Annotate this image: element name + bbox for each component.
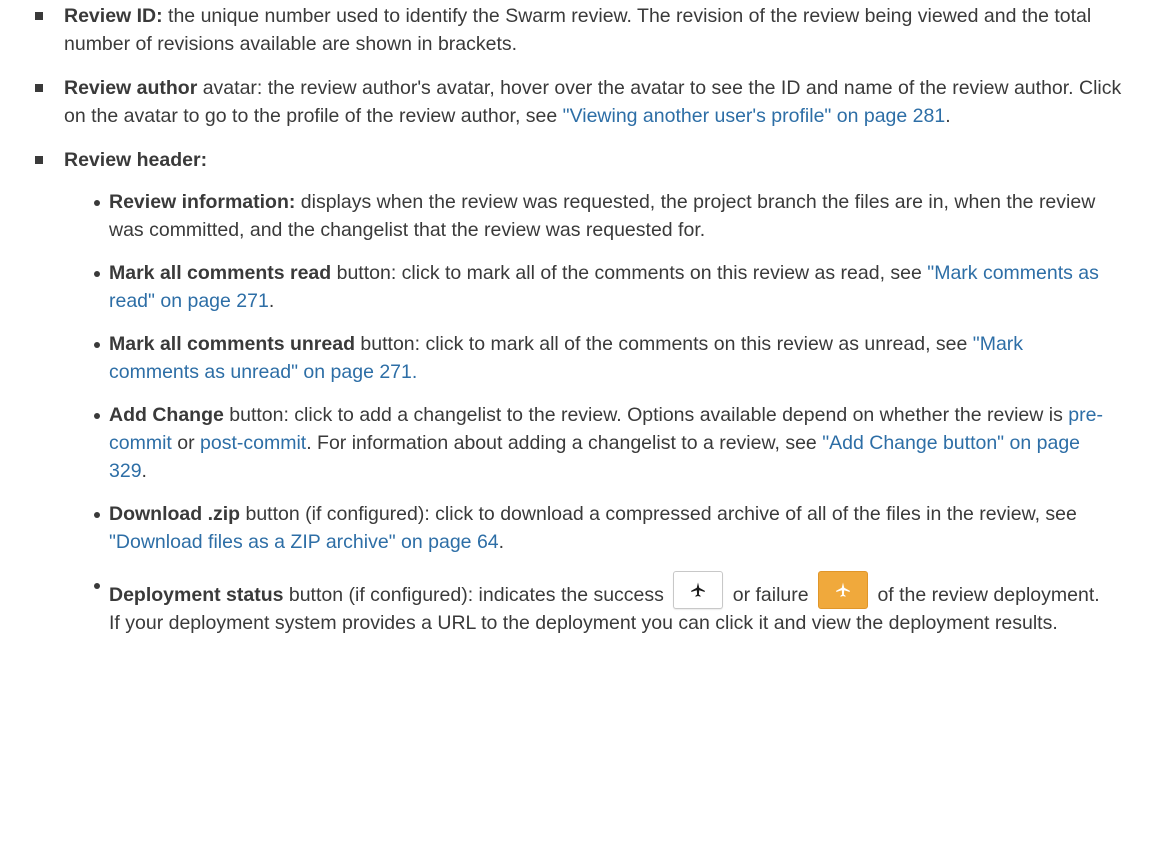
round-bullet (94, 200, 100, 206)
description-mark-all-read: button: click to mark all of the comment… (331, 262, 928, 284)
sublist-item-review-information: Review information: displays when the re… (64, 188, 1127, 244)
description-mark-all-unread: button: click to mark all of the comment… (355, 333, 973, 355)
term-review-author: Review author (64, 77, 198, 99)
description-review-id: the unique number used to identify the S… (64, 5, 1092, 55)
punctuation: . (945, 105, 951, 127)
sublist-item-mark-unread: Mark all comments unread button: click t… (64, 330, 1127, 386)
deployment-failure-button (818, 571, 869, 609)
description-add-change-2: . For information about adding a changel… (306, 432, 823, 454)
round-bullet (94, 342, 100, 348)
list-item-review-id: Review ID: the unique number used to ide… (0, 2, 1151, 58)
deployment-success-button (673, 571, 724, 609)
link-download-files-zip[interactable]: "Download files as a ZIP archive" on pag… (109, 531, 499, 553)
round-bullet (94, 271, 100, 277)
term-review-information: Review information: (109, 191, 296, 213)
link-post-commit[interactable]: post-commit (200, 432, 306, 454)
punctuation: . (498, 531, 505, 553)
square-bullet (35, 156, 43, 164)
term-mark-all-unread: Mark all comments unread (109, 333, 355, 355)
connector-or: or (171, 432, 201, 454)
punctuation: . (268, 290, 275, 312)
link-viewing-another-users-profile[interactable]: "Viewing another user's profile" on page… (563, 105, 946, 127)
description-download-zip: button (if configured): click to downloa… (240, 503, 1077, 525)
round-bullet (94, 512, 100, 518)
term-add-change: Add Change (109, 404, 224, 426)
list-item-review-header: Review header: Review information: displ… (0, 146, 1151, 637)
list-item-review-author: Review author avatar: the review author'… (0, 74, 1151, 130)
airplane-icon (836, 582, 850, 597)
punctuation: . (141, 460, 147, 482)
term-deployment-status: Deployment status (109, 584, 284, 606)
top-level-list: Review ID: the unique number used to ide… (0, 2, 1151, 637)
sublist-item-mark-read: Mark all comments read button: click to … (64, 259, 1127, 315)
review-header-sublist: Review information: displays when the re… (64, 188, 1127, 637)
square-bullet (35, 12, 43, 20)
term-download-zip: Download .zip (109, 503, 241, 525)
square-bullet (35, 84, 43, 92)
sublist-item-add-change: Add Change button: click to add a change… (64, 401, 1127, 485)
description-add-change: button: click to add a changelist to the… (223, 404, 1069, 426)
sublist-item-download-zip: Download .zip button (if configured): cl… (64, 500, 1127, 556)
round-bullet (94, 413, 100, 419)
round-bullet (94, 583, 100, 589)
airplane-icon (691, 582, 706, 597)
description-deployment-status: button (if configured): indicates the su… (283, 584, 670, 606)
sublist-item-deployment-status: Deployment status button (if configured)… (64, 571, 1127, 637)
document-page: Review ID: the unique number used to ide… (0, 0, 1151, 637)
term-review-id: Review ID: (64, 5, 163, 27)
term-review-header: Review header: (64, 149, 208, 171)
term-mark-all-read: Mark all comments read (109, 262, 332, 284)
description-deployment-or-failure: or failure (727, 584, 815, 606)
